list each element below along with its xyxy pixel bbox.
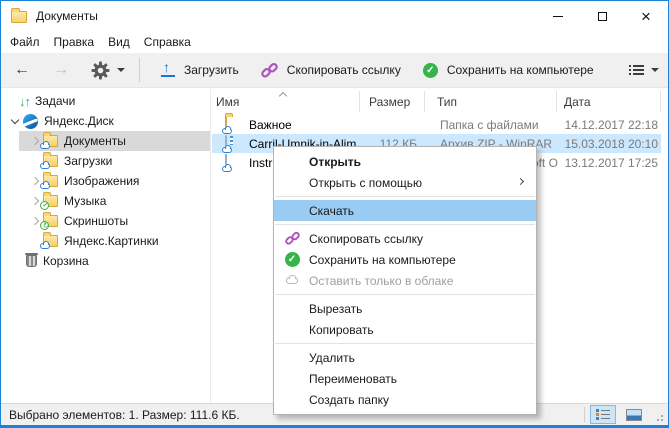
sidebar-item-yandex-disk[interactable]: Яндекс.Диск bbox=[1, 111, 210, 131]
sidebar-item-yandex-pictures[interactable]: Яндекс.Картинки bbox=[1, 231, 210, 251]
context-menu-delete[interactable]: Удалить bbox=[274, 347, 536, 368]
cloud-badge-icon bbox=[40, 143, 50, 149]
forward-button: → bbox=[53, 62, 69, 78]
upload-label: Загрузить bbox=[184, 63, 239, 77]
view-dropdown-icon[interactable] bbox=[651, 68, 659, 72]
menu-edit[interactable]: Правка bbox=[47, 32, 102, 52]
folder-cloud-icon bbox=[43, 155, 58, 167]
column-header-size[interactable]: Размер bbox=[369, 95, 410, 109]
close-button[interactable]: × bbox=[624, 1, 668, 31]
link-icon bbox=[283, 231, 301, 246]
menu-separator bbox=[275, 224, 535, 225]
gear-icon bbox=[91, 61, 110, 80]
window-folder-icon bbox=[11, 11, 27, 23]
chevron-down-icon[interactable] bbox=[7, 113, 23, 129]
app-window: Документы × Файл Правка Вид Справка ← → bbox=[0, 0, 669, 428]
context-menu: Открыть Открыть с помощью Скачать Скопир… bbox=[273, 146, 537, 415]
sidebar-item-downloads[interactable]: Загрузки bbox=[1, 151, 210, 171]
context-menu-copy[interactable]: Копировать bbox=[274, 319, 536, 340]
submenu-arrow-icon bbox=[517, 178, 524, 185]
trash-icon bbox=[26, 255, 37, 267]
thumbnail-view-button[interactable] bbox=[621, 405, 647, 424]
folder-syncing-icon bbox=[43, 215, 58, 227]
check-circle-icon bbox=[283, 252, 301, 267]
context-menu-open-with[interactable]: Открыть с помощью bbox=[274, 172, 536, 193]
context-menu-new-folder[interactable]: Создать папку bbox=[274, 389, 536, 410]
menu-separator bbox=[275, 343, 535, 344]
maximize-button[interactable] bbox=[580, 1, 624, 31]
folder-cloud-icon bbox=[43, 175, 58, 187]
save-label: Сохранить на компьютере bbox=[447, 63, 594, 77]
context-menu-open[interactable]: Открыть bbox=[274, 151, 536, 172]
sidebar-tree: ↓↑ Задачи Яндекс.Диск Документы Загрузки bbox=[1, 89, 211, 403]
context-menu-rename[interactable]: Переименовать bbox=[274, 368, 536, 389]
menu-file[interactable]: Файл bbox=[3, 32, 47, 52]
copy-link-label: Скопировать ссылку bbox=[287, 63, 401, 77]
menu-separator bbox=[275, 294, 535, 295]
folder-cloud-icon bbox=[43, 235, 58, 247]
back-button[interactable]: ← bbox=[14, 62, 30, 78]
context-menu-copy-link[interactable]: Скопировать ссылку bbox=[274, 228, 536, 249]
minimize-button[interactable] bbox=[536, 1, 580, 31]
sort-ascending-icon bbox=[280, 91, 287, 98]
sidebar-item-trash[interactable]: Корзина bbox=[1, 251, 210, 271]
menu-help[interactable]: Справка bbox=[137, 32, 198, 52]
resize-grip[interactable] bbox=[653, 411, 665, 423]
document-file-icon bbox=[225, 155, 227, 169]
save-to-computer-button[interactable]: Сохранить на компьютере bbox=[412, 55, 605, 85]
settings-dropdown-icon[interactable] bbox=[117, 68, 125, 72]
file-list-header: Имя Размер Тип Дата bbox=[212, 89, 669, 114]
details-view-button[interactable] bbox=[590, 405, 616, 424]
cloud-badge-icon bbox=[40, 243, 50, 249]
sidebar-item-images[interactable]: Изображения bbox=[1, 171, 210, 191]
thumbnail-view-icon bbox=[626, 409, 642, 421]
details-view-icon bbox=[596, 409, 610, 420]
close-icon: × bbox=[641, 8, 651, 25]
cloud-badge-icon bbox=[222, 166, 232, 172]
settings-button[interactable] bbox=[91, 61, 125, 80]
titlebar[interactable]: Документы × bbox=[1, 1, 668, 31]
column-header-date[interactable]: Дата bbox=[564, 95, 591, 109]
copy-link-button[interactable]: Скопировать ссылку bbox=[250, 55, 412, 85]
folder-cloud-icon bbox=[225, 117, 227, 131]
selection-status-text: Выбрано элементов: 1. Размер: 111.6 КБ. bbox=[1, 408, 240, 422]
cloud-badge-icon bbox=[40, 163, 50, 169]
context-menu-save-to-computer[interactable]: Сохранить на компьютере bbox=[274, 249, 536, 270]
column-header-type[interactable]: Тип bbox=[437, 95, 457, 109]
file-row-folder[interactable]: Важное Папка с файлами 14.12.2017 22:18 bbox=[212, 115, 661, 134]
zip-file-icon bbox=[225, 136, 227, 150]
context-menu-download[interactable]: Скачать bbox=[274, 200, 536, 221]
cloud-badge-icon bbox=[222, 147, 232, 153]
link-icon bbox=[261, 62, 278, 79]
context-menu-cut[interactable]: Вырезать bbox=[274, 298, 536, 319]
check-circle-icon bbox=[423, 63, 438, 78]
context-menu-keep-in-cloud: Оставить только в облаке bbox=[274, 270, 536, 291]
cloud-badge-icon bbox=[40, 183, 50, 189]
cloud-badge-icon bbox=[222, 128, 232, 134]
menubar: Файл Правка Вид Справка bbox=[1, 31, 668, 53]
minimize-icon bbox=[553, 16, 563, 17]
sidebar-item-music[interactable]: Музыка bbox=[1, 191, 210, 211]
menu-separator bbox=[275, 196, 535, 197]
menu-view[interactable]: Вид bbox=[101, 32, 137, 52]
sidebar-item-documents[interactable]: Документы bbox=[1, 131, 210, 151]
list-view-icon bbox=[629, 65, 644, 75]
upload-button[interactable]: Загрузить bbox=[150, 55, 250, 85]
sync-badge-icon bbox=[40, 221, 49, 230]
view-mode-button[interactable] bbox=[629, 65, 659, 75]
check-badge-icon bbox=[40, 201, 49, 210]
toolbar: ← → Загрузить bbox=[1, 53, 668, 88]
statusbar-separator bbox=[584, 407, 585, 422]
folder-synced-icon bbox=[43, 195, 58, 207]
window-title: Документы bbox=[36, 9, 536, 23]
folder-cloud-icon bbox=[43, 135, 58, 147]
sidebar-item-screenshots[interactable]: Скриншоты bbox=[1, 211, 210, 231]
cloud-icon bbox=[283, 273, 301, 284]
yandex-disk-logo bbox=[23, 114, 38, 129]
sidebar-item-tasks[interactable]: ↓↑ Задачи bbox=[1, 91, 210, 111]
toolbar-separator bbox=[139, 58, 140, 82]
upload-icon bbox=[161, 62, 175, 78]
maximize-icon bbox=[598, 12, 607, 21]
column-header-name[interactable]: Имя bbox=[216, 95, 239, 109]
